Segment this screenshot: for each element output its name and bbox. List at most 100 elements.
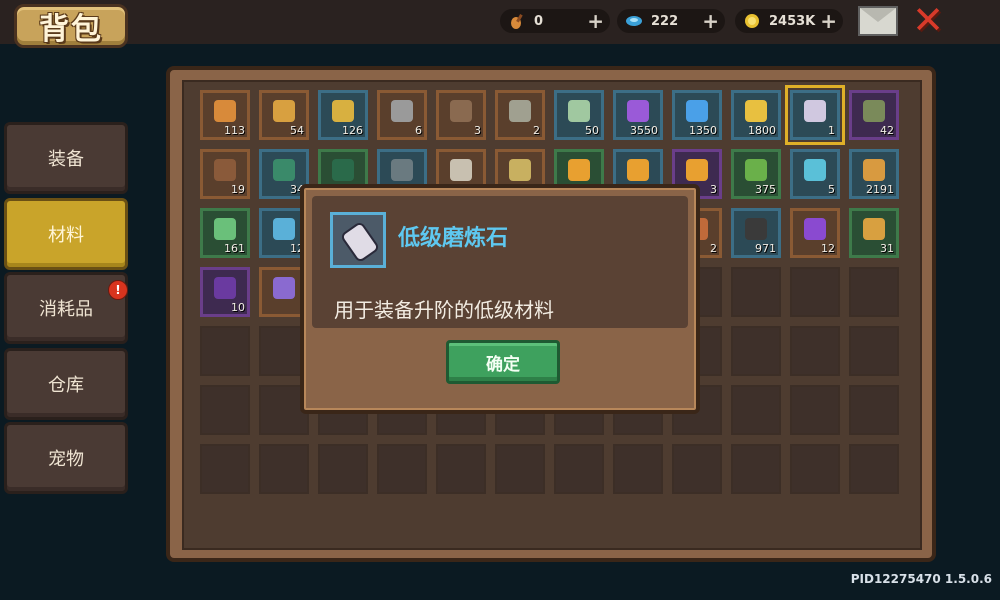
empty-slot[interactable] xyxy=(259,444,309,494)
inventory-slot[interactable]: 5 xyxy=(790,149,840,199)
inventory-slot[interactable]: 3 xyxy=(436,90,486,140)
inventory-slot[interactable]: 971 xyxy=(731,208,781,258)
add-gem-button[interactable]: + xyxy=(702,10,719,32)
gem-icon xyxy=(625,12,643,30)
item-quantity: 42 xyxy=(880,124,894,137)
currency-violin: 0 + xyxy=(500,9,610,33)
empty-slot[interactable] xyxy=(377,444,427,494)
tab-pets-label: 宠物 xyxy=(48,449,84,470)
scroll-icon xyxy=(273,100,295,123)
confirm-button[interactable]: 确定 xyxy=(446,340,560,384)
inventory-slot[interactable]: 42 xyxy=(849,90,899,140)
violin-icon xyxy=(508,12,526,30)
gem-shard-icon xyxy=(804,218,826,241)
empty-slot[interactable] xyxy=(790,326,840,376)
add-violin-button[interactable]: + xyxy=(587,10,604,32)
inventory-slot[interactable]: 12 xyxy=(790,208,840,258)
item-quantity: 3550 xyxy=(630,124,658,137)
inventory-slot[interactable]: 6 xyxy=(377,90,427,140)
empty-slot[interactable] xyxy=(495,444,545,494)
scroll-icon xyxy=(450,100,472,123)
empty-slot[interactable] xyxy=(849,267,899,317)
crown-icon xyxy=(627,159,649,182)
empty-slot[interactable] xyxy=(672,444,722,494)
empty-slot[interactable] xyxy=(731,444,781,494)
tab-consumables-label: 消耗品 xyxy=(39,299,93,320)
mail-button[interactable] xyxy=(858,6,898,36)
notification-badge: ! xyxy=(108,280,128,300)
empty-slot[interactable] xyxy=(613,444,663,494)
ingot-icon xyxy=(745,218,767,241)
empty-slot[interactable] xyxy=(731,326,781,376)
box-icon xyxy=(391,159,413,182)
crown-icon xyxy=(686,159,708,182)
empty-slot[interactable] xyxy=(790,444,840,494)
empty-slot[interactable] xyxy=(200,326,250,376)
tab-pets[interactable]: 宠物 xyxy=(4,422,128,494)
empty-slot[interactable] xyxy=(436,444,486,494)
item-name: 低级磨炼石 xyxy=(398,226,509,251)
inventory-slot[interactable]: 1 xyxy=(785,85,845,145)
leaf-icon xyxy=(745,159,767,182)
page-title-tab: 背包 xyxy=(14,4,128,48)
empty-slot[interactable] xyxy=(849,385,899,435)
item-quantity: 12 xyxy=(821,242,835,255)
inventory-slot[interactable]: 50 xyxy=(554,90,604,140)
inventory-slot[interactable]: 19 xyxy=(200,149,250,199)
item-quantity: 971 xyxy=(755,242,776,255)
empty-slot[interactable] xyxy=(790,385,840,435)
item-quantity: 10 xyxy=(231,301,245,314)
empty-slot[interactable] xyxy=(200,385,250,435)
empty-slot[interactable] xyxy=(849,326,899,376)
empty-slot[interactable] xyxy=(731,385,781,435)
empty-slot[interactable] xyxy=(790,267,840,317)
inventory-slot[interactable]: 1800 xyxy=(731,90,781,140)
book-icon xyxy=(214,277,236,300)
tab-materials[interactable]: 材料 xyxy=(4,198,128,270)
add-gold-button[interactable]: + xyxy=(820,10,837,32)
crystal-icon xyxy=(686,100,708,123)
item-info-dialog: 低级磨炼石 用于装备升阶的低级材料 确定 xyxy=(300,184,700,414)
crystal-icon xyxy=(627,100,649,123)
item-quantity: 50 xyxy=(585,124,599,137)
confirm-label: 确定 xyxy=(486,354,520,375)
inventory-slot[interactable]: 31 xyxy=(849,208,899,258)
item-quantity: 113 xyxy=(224,124,245,137)
empty-slot[interactable] xyxy=(849,444,899,494)
currency-gold: 2453K + xyxy=(735,9,843,33)
key-icon xyxy=(214,100,236,123)
inventory-slot[interactable]: 10 xyxy=(200,267,250,317)
envelope-icon xyxy=(860,8,896,22)
item-description: 用于装备升阶的低级材料 xyxy=(334,298,554,322)
empty-slot[interactable] xyxy=(318,444,368,494)
inventory-slot[interactable]: 3550 xyxy=(613,90,663,140)
inventory-slot[interactable]: 2 xyxy=(495,90,545,140)
page-title: 背包 xyxy=(39,12,103,47)
book-icon xyxy=(273,277,295,300)
tab-warehouse[interactable]: 仓库 xyxy=(4,348,128,420)
empty-slot[interactable] xyxy=(731,267,781,317)
inventory-slot[interactable]: 375 xyxy=(731,149,781,199)
inventory-slot[interactable]: 54 xyxy=(259,90,309,140)
map-icon xyxy=(214,218,236,241)
gem-count: 222 xyxy=(651,13,679,29)
inventory-slot[interactable]: 161 xyxy=(200,208,250,258)
item-quantity: 2 xyxy=(710,242,717,255)
inventory-slot[interactable]: 126 xyxy=(318,90,368,140)
inventory-slot[interactable]: 1350 xyxy=(672,90,722,140)
inventory-slot[interactable]: 2191 xyxy=(849,149,899,199)
close-button[interactable]: ✕ xyxy=(910,1,946,39)
item-quantity: 6 xyxy=(415,124,422,137)
empty-slot[interactable] xyxy=(200,444,250,494)
empty-slot[interactable] xyxy=(554,444,604,494)
gold-count: 2453K xyxy=(769,13,816,29)
tab-warehouse-label: 仓库 xyxy=(48,375,84,396)
item-quantity: 1 xyxy=(828,124,835,137)
item-quantity: 19 xyxy=(231,183,245,196)
whetstone-icon xyxy=(804,100,826,123)
map-icon xyxy=(273,218,295,241)
inventory-slot[interactable]: 113 xyxy=(200,90,250,140)
spiral-icon xyxy=(863,100,885,123)
tab-equipment[interactable]: 装备 xyxy=(4,122,128,194)
item-quantity: 161 xyxy=(224,242,245,255)
